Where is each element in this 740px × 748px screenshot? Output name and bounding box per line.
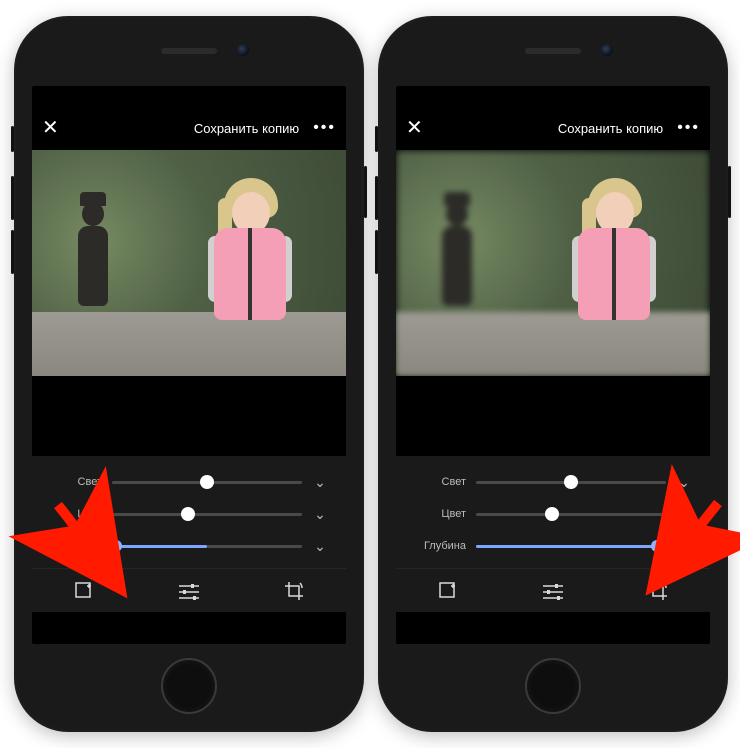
more-button[interactable]: ••• (307, 119, 336, 137)
screen: ✕ Сохранить копию ••• Свет (396, 86, 710, 644)
preview-gap (32, 376, 346, 456)
slider-color-track[interactable] (112, 513, 302, 516)
crop-rotate-icon[interactable] (638, 571, 678, 611)
phone-speaker (525, 48, 581, 54)
mute-switch (11, 126, 14, 152)
power-button (364, 166, 367, 218)
bottom-toolbar (32, 568, 346, 612)
power-button (728, 166, 731, 218)
effects-icon[interactable] (64, 571, 104, 611)
slider-color[interactable]: Цвет ⌄ (46, 498, 332, 530)
status-bar (396, 86, 710, 106)
slider-color-label: Цвет (46, 508, 102, 520)
volume-down (11, 176, 14, 220)
photo-statue (428, 190, 486, 322)
phone-frame-right: ✕ Сохранить копию ••• Свет (378, 16, 728, 732)
chevron-down-icon[interactable]: ⌄ (308, 538, 332, 555)
chevron-down-icon[interactable]: ⌄ (308, 474, 332, 491)
phone-frame-left: ✕ Сохранить копию ••• Свет (14, 16, 364, 732)
slider-light[interactable]: Свет ⌄ (46, 466, 332, 498)
editor-header: ✕ Сохранить копию ••• (396, 106, 710, 150)
photo-subject (564, 170, 664, 330)
slider-depth-track[interactable] (476, 545, 666, 548)
adjust-panel: Свет ⌄ Цвет ⌄ Глубина ⌄ (396, 456, 710, 568)
save-copy-button[interactable]: Сохранить копию (186, 117, 307, 140)
editor-header: ✕ Сохранить копию ••• (32, 106, 346, 150)
bottom-toolbar (396, 568, 710, 612)
chevron-down-icon[interactable]: ⌄ (308, 506, 332, 523)
slider-light-label: Свет (410, 476, 466, 488)
slider-light-track[interactable] (476, 481, 666, 484)
preview-gap (396, 376, 710, 456)
home-button[interactable] (525, 658, 581, 714)
slider-color[interactable]: Цвет ⌄ (410, 498, 696, 530)
adjust-panel: Свет ⌄ Цвет ⌄ Глубина ⌄ (32, 456, 346, 568)
chevron-down-icon[interactable]: ⌄ (672, 506, 696, 523)
slider-light-label: Свет (46, 476, 102, 488)
phone-front-camera (237, 44, 249, 56)
slider-color-track[interactable] (476, 513, 666, 516)
close-button[interactable]: ✕ (42, 118, 59, 138)
status-bar (32, 86, 346, 106)
save-copy-button[interactable]: Сохранить копию (550, 117, 671, 140)
chevron-down-icon[interactable]: ⌄ (672, 474, 696, 491)
phone-front-camera (601, 44, 613, 56)
slider-depth-label: Глубина (410, 540, 466, 552)
photo-preview[interactable] (32, 150, 346, 376)
close-button[interactable]: ✕ (406, 118, 423, 138)
photo-preview[interactable] (396, 150, 710, 376)
home-button[interactable] (161, 658, 217, 714)
slider-depth[interactable]: Глубина ⌄ (410, 530, 696, 562)
slider-depth-label: Глубина (46, 540, 102, 552)
chevron-down-icon[interactable]: ⌄ (672, 538, 696, 555)
volume-up (375, 230, 378, 274)
slider-color-label: Цвет (410, 508, 466, 520)
mute-switch (375, 126, 378, 152)
phone-speaker (161, 48, 217, 54)
slider-light-track[interactable] (112, 481, 302, 484)
effects-icon[interactable] (428, 571, 468, 611)
more-button[interactable]: ••• (671, 119, 700, 137)
photo-statue (64, 190, 122, 322)
adjust-icon[interactable] (169, 571, 209, 611)
slider-depth[interactable]: Глубина ⌄ (46, 530, 332, 562)
photo-subject (200, 170, 300, 330)
crop-rotate-icon[interactable] (274, 571, 314, 611)
volume-up (11, 230, 14, 274)
slider-light[interactable]: Свет ⌄ (410, 466, 696, 498)
slider-depth-track[interactable] (112, 545, 302, 548)
adjust-icon[interactable] (533, 571, 573, 611)
volume-down (375, 176, 378, 220)
screen: ✕ Сохранить копию ••• Свет (32, 86, 346, 644)
